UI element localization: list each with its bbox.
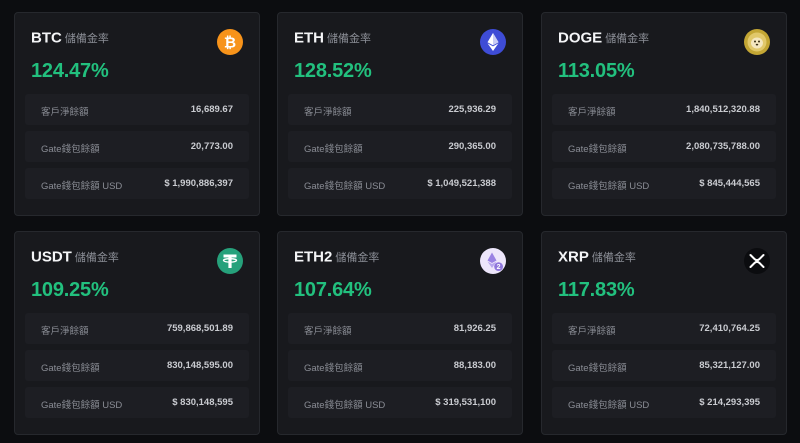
reserve-ratio-value: 128.52% xyxy=(294,60,372,82)
row-value: $ 830,148,595 xyxy=(172,397,233,408)
coin-symbol: XRP xyxy=(558,248,589,266)
coin-symbol: DOGE xyxy=(558,29,603,47)
row-value: 225,936.29 xyxy=(448,104,496,115)
reserve-ratio-label: 儲備金率 xyxy=(591,251,636,264)
reserve-card-btc[interactable]: BTC 儲備金率 ₿ 124.47% 客戶淨餘額 16,689.67 Gate錢包餘… xyxy=(14,12,260,216)
svg-text:2: 2 xyxy=(497,264,501,271)
gate-wallet-balance-row: Gate錢包餘額 830,148,595.00 xyxy=(25,350,249,381)
row-value: 72,410,764.25 xyxy=(699,323,760,334)
customer-net-balance-row: 客戶淨餘額 225,936.29 xyxy=(288,94,512,125)
row-value: 2,080,735,788.00 xyxy=(686,141,760,152)
customer-net-balance-row: 客戶淨餘額 16,689.67 xyxy=(25,94,249,125)
reserve-card-usdt[interactable]: USDT 儲備金率 109.25% 客戶淨餘額 759,868,501.89 Gat… xyxy=(14,231,260,435)
row-label: Gate錢包餘額 xyxy=(41,363,100,374)
reserve-card-eth2[interactable]: ETH2 儲備金率 2 107.64% 客戶淨餘額 81,926.25 Gate錢包… xyxy=(277,231,523,435)
row-label: Gate錢包餘額 USD xyxy=(41,400,123,411)
row-label: Gate錢包餘額 xyxy=(41,144,100,155)
coin-symbol: USDT xyxy=(31,248,72,266)
balance-rows: 客戶淨餘額 1,840,512,320.88 Gate錢包餘額 2,080,735,… xyxy=(552,94,776,205)
reserve-ratio-label: 儲備金率 xyxy=(64,32,109,45)
balance-rows: 客戶淨餘額 225,936.29 Gate錢包餘額 290,365.00 Gate錢… xyxy=(288,94,512,205)
row-label: Gate錢包餘額 xyxy=(304,363,363,374)
reserve-ratio-value: 109.25% xyxy=(31,279,109,301)
row-label: Gate錢包餘額 xyxy=(568,363,627,374)
coin-symbol: ETH2 xyxy=(294,248,333,266)
row-label: 客戶淨餘額 xyxy=(304,107,352,118)
gate-wallet-balance-row: Gate錢包餘額 85,321,127.00 xyxy=(552,350,776,381)
card-header: ETH2 儲備金率 2 xyxy=(294,248,506,274)
reserve-ratio-value: 113.05% xyxy=(558,60,635,82)
reserve-ratio-label: 儲備金率 xyxy=(335,251,380,264)
tether-icon xyxy=(217,248,243,274)
gate-wallet-balance-row: Gate錢包餘額 2,080,735,788.00 xyxy=(552,131,776,162)
balance-rows: 客戶淨餘額 81,926.25 Gate錢包餘額 88,183.00 Gate錢包餘… xyxy=(288,313,512,424)
coin-symbol: ETH xyxy=(294,29,324,47)
row-value: $ 1,990,886,397 xyxy=(164,178,233,189)
row-value: $ 845,444,565 xyxy=(699,178,760,189)
eth2-icon: 2 xyxy=(480,248,506,274)
reserve-card-eth[interactable]: ETH 儲備金率 128.52% 客戶淨餘額 225,936.29 Gate錢包餘額… xyxy=(277,12,523,216)
gate-wallet-usd-row: Gate錢包餘額 USD $ 214,293,395 xyxy=(552,387,776,418)
gate-wallet-usd-row: Gate錢包餘額 USD $ 830,148,595 xyxy=(25,387,249,418)
row-label: 客戶淨餘額 xyxy=(41,326,89,337)
customer-net-balance-row: 客戶淨餘額 81,926.25 xyxy=(288,313,512,344)
row-value: 759,868,501.89 xyxy=(166,323,233,334)
row-label: Gate錢包餘額 USD xyxy=(41,181,123,192)
coin-symbol: BTC xyxy=(31,29,62,47)
customer-net-balance-row: 客戶淨餘額 759,868,501.89 xyxy=(25,313,249,344)
row-value: 85,321,127.00 xyxy=(699,360,760,371)
card-header: BTC 儲備金率 ₿ xyxy=(31,29,243,55)
dogecoin-icon xyxy=(744,29,770,55)
row-value: $ 319,531,100 xyxy=(435,397,496,408)
row-label: Gate錢包餘額 xyxy=(304,144,363,155)
balance-rows: 客戶淨餘額 16,689.67 Gate錢包餘額 20,773.00 Gate錢包餘… xyxy=(25,94,249,205)
row-value: 16,689.67 xyxy=(190,104,233,115)
row-value: 1,840,512,320.88 xyxy=(686,104,760,115)
row-value: 88,183.00 xyxy=(453,360,496,371)
gate-wallet-balance-row: Gate錢包餘額 290,365.00 xyxy=(288,131,512,162)
gate-wallet-balance-row: Gate錢包餘額 88,183.00 xyxy=(288,350,512,381)
gate-wallet-usd-row: Gate錢包餘額 USD $ 1,049,521,388 xyxy=(288,168,512,199)
reserve-cards-grid: BTC 儲備金率 ₿ 124.47% 客戶淨餘額 16,689.67 Gate錢包餘… xyxy=(0,0,800,443)
ethereum-icon xyxy=(480,29,506,55)
row-label: 客戶淨餘額 xyxy=(568,107,616,118)
row-value: $ 214,293,395 xyxy=(699,397,760,408)
row-value: 20,773.00 xyxy=(190,141,233,152)
card-header: XRP 儲備金率 xyxy=(558,248,770,274)
reserve-ratio-label: 儲備金率 xyxy=(74,251,119,264)
row-label: 客戶淨餘額 xyxy=(41,107,89,118)
row-value: 830,148,595.00 xyxy=(166,360,233,371)
bitcoin-icon: ₿ xyxy=(217,29,243,55)
reserve-ratio-value: 117.83% xyxy=(558,279,635,301)
row-label: Gate錢包餘額 USD xyxy=(568,181,650,192)
row-label: Gate錢包餘額 USD xyxy=(568,400,650,411)
customer-net-balance-row: 客戶淨餘額 1,840,512,320.88 xyxy=(552,94,776,125)
xrp-icon xyxy=(744,248,770,274)
reserve-ratio-label: 儲備金率 xyxy=(327,32,371,45)
row-label: 客戶淨餘額 xyxy=(304,326,352,337)
reserve-ratio-value: 124.47% xyxy=(31,60,109,82)
card-header: ETH 儲備金率 xyxy=(294,29,506,55)
row-value: 290,365.00 xyxy=(448,141,496,152)
balance-rows: 客戶淨餘額 72,410,764.25 Gate錢包餘額 85,321,127.00… xyxy=(552,313,776,424)
row-value: 81,926.25 xyxy=(453,323,496,334)
gate-wallet-usd-row: Gate錢包餘額 USD $ 319,531,100 xyxy=(288,387,512,418)
row-label: Gate錢包餘額 USD xyxy=(304,400,386,411)
gate-wallet-usd-row: Gate錢包餘額 USD $ 1,990,886,397 xyxy=(25,168,249,199)
gate-wallet-balance-row: Gate錢包餘額 20,773.00 xyxy=(25,131,249,162)
reserve-ratio-label: 儲備金率 xyxy=(605,32,650,45)
balance-rows: 客戶淨餘額 759,868,501.89 Gate錢包餘額 830,148,595.… xyxy=(25,313,249,424)
card-header: DOGE 儲備金率 xyxy=(558,29,770,55)
reserve-ratio-value: 107.64% xyxy=(294,279,372,301)
customer-net-balance-row: 客戶淨餘額 72,410,764.25 xyxy=(552,313,776,344)
row-label: Gate錢包餘額 USD xyxy=(304,181,386,192)
svg-text:₿: ₿ xyxy=(224,35,236,52)
gate-wallet-usd-row: Gate錢包餘額 USD $ 845,444,565 xyxy=(552,168,776,199)
reserve-card-xrp[interactable]: XRP 儲備金率 117.83% 客戶淨餘額 72,410,764.25 Gate錢… xyxy=(541,231,787,435)
row-value: $ 1,049,521,388 xyxy=(427,178,496,189)
row-label: Gate錢包餘額 xyxy=(568,144,627,155)
row-label: 客戶淨餘額 xyxy=(568,326,616,337)
card-header: USDT 儲備金率 xyxy=(31,248,243,274)
reserve-card-doge[interactable]: DOGE 儲備金率 113.05% 客戶淨餘額 1,840,512,320.88 G… xyxy=(541,12,787,216)
